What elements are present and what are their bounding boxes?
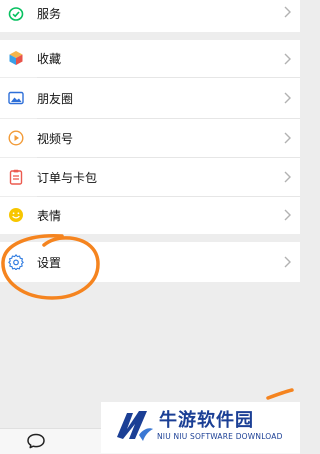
chevron-right-icon (284, 53, 291, 65)
menu-item-settings[interactable]: 设置 (0, 242, 300, 282)
menu-label-settings: 设置 (37, 255, 62, 270)
chevron-right-icon (284, 92, 291, 104)
cube-icon (9, 51, 23, 65)
watermark-title: 牛游软件园 (159, 410, 254, 431)
menu-label-orders: 订单与卡包 (37, 170, 98, 185)
play-circle-icon (8, 130, 24, 146)
watermark-logo (117, 411, 153, 441)
menu-label-stickers: 表情 (37, 209, 62, 223)
menu-item-stickers[interactable]: 表情 (0, 197, 300, 234)
chevron-right-icon (284, 256, 291, 268)
menu-item-services[interactable]: 服务 (0, 0, 300, 32)
clipboard-icon (9, 169, 23, 185)
chevron-right-icon (284, 6, 291, 18)
chevron-right-icon (284, 132, 291, 144)
menu-label-moments: 朋友圈 (37, 91, 74, 106)
menu-item-favorites[interactable]: 收藏 (0, 40, 300, 77)
watermark-subtitle: NIU NIU SOFTWARE DOWNLOAD (157, 432, 283, 441)
chat-bubble-icon[interactable] (26, 433, 46, 449)
menu-label-services: 服务 (37, 6, 62, 21)
chevron-right-icon (284, 209, 291, 221)
image-icon (8, 91, 24, 105)
menu-item-channels[interactable]: 视频号 (0, 119, 300, 157)
chevron-right-icon (284, 171, 291, 183)
menu-label-channels: 视频号 (37, 131, 74, 146)
wallet-check-icon (8, 7, 24, 21)
menu-label-favorites: 收藏 (37, 52, 62, 66)
smiley-icon (9, 208, 23, 222)
menu-item-orders[interactable]: 订单与卡包 (0, 158, 300, 196)
gear-icon (8, 254, 24, 270)
menu-item-moments[interactable]: 朋友圈 (0, 78, 300, 118)
